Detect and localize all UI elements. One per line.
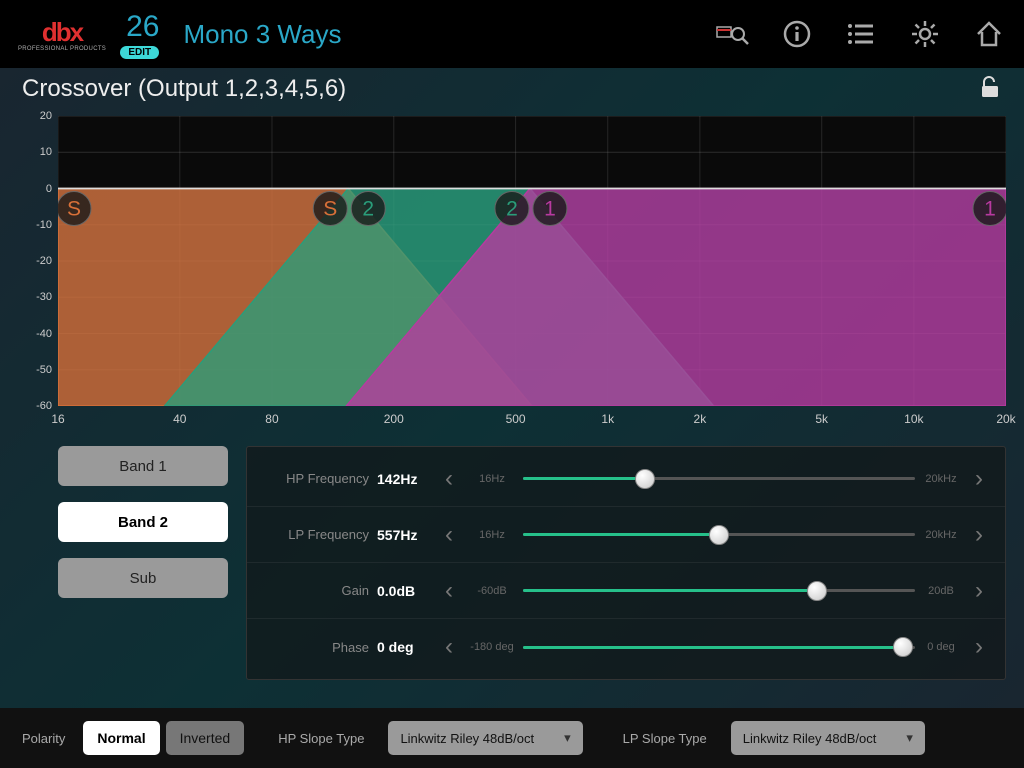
slider-knob[interactable] <box>709 525 729 545</box>
chevron-left-icon[interactable]: ‹ <box>437 629 461 665</box>
preset-indicator: 26 EDIT <box>120 10 159 59</box>
chevron-right-icon[interactable]: › <box>967 629 991 665</box>
header-toolbar <box>716 17 1006 51</box>
footer-bar: Polarity Normal Inverted HP Slope Type L… <box>0 708 1024 768</box>
svg-text:S: S <box>67 198 81 221</box>
param-min: -60dB <box>461 585 523 597</box>
param-slider[interactable] <box>523 629 915 665</box>
lp-slope-select[interactable]: Linkwitz Riley 48dB/oct <box>731 721 925 755</box>
param-max: 20kHz <box>915 529 967 541</box>
preset-number: 26 <box>126 10 159 44</box>
app-header: dbx PROFESSIONAL PRODUCTS 26 EDIT Mono 3… <box>0 0 1024 68</box>
band-handle[interactable]: 2 <box>351 192 385 226</box>
band-selector: Band 1 Band 2 Sub <box>58 446 228 680</box>
lock-icon[interactable] <box>978 74 1002 104</box>
param-label: Phase <box>261 640 369 655</box>
control-panel: Band 1 Band 2 Sub HP Frequency 142Hz ‹ 16H… <box>18 446 1006 680</box>
polarity-segment: Normal Inverted <box>83 721 244 755</box>
crossover-plot[interactable]: S S 2 2 1 1 <box>58 116 1006 406</box>
hp-slope-select[interactable]: Linkwitz Riley 48dB/oct <box>388 721 582 755</box>
param-slider[interactable] <box>523 461 915 497</box>
page-title: Crossover (Output 1,2,3,4,5,6) <box>22 75 346 103</box>
info-icon[interactable] <box>780 17 814 51</box>
param-max: 20dB <box>915 585 967 597</box>
param-value: 0.0dB <box>377 583 437 599</box>
svg-text:2: 2 <box>362 198 374 221</box>
param-min: 16Hz <box>461 529 523 541</box>
config-name: Mono 3 Ways <box>183 19 341 50</box>
band-handle[interactable]: S <box>313 192 347 226</box>
band-handle[interactable]: 1 <box>973 192 1006 226</box>
band-handle[interactable]: S <box>58 192 91 226</box>
x-axis-labels: 1640802005001k2k5k10k20k <box>58 412 1006 432</box>
param-row: Gain 0.0dB ‹ -60dB 20dB › <box>247 563 1005 619</box>
param-slider[interactable] <box>523 517 915 553</box>
band-button-0[interactable]: Band 1 <box>58 446 228 486</box>
polarity-inverted-button[interactable]: Inverted <box>166 721 245 755</box>
brand-logo: dbx PROFESSIONAL PRODUCTS <box>18 17 106 52</box>
param-min: -180 deg <box>461 641 523 653</box>
param-row: Phase 0 deg ‹ -180 deg 0 deg › <box>247 619 1005 675</box>
edit-badge: EDIT <box>120 46 159 59</box>
param-label: Gain <box>261 583 369 598</box>
param-row: LP Frequency 557Hz ‹ 16Hz 20kHz › <box>247 507 1005 563</box>
slider-knob[interactable] <box>635 469 655 489</box>
band-handle[interactable]: 2 <box>495 192 529 226</box>
param-max: 20kHz <box>915 473 967 485</box>
hp-slope-label: HP Slope Type <box>278 731 364 746</box>
param-label: HP Frequency <box>261 471 369 486</box>
gear-icon[interactable] <box>908 17 942 51</box>
band-button-1[interactable]: Band 2 <box>58 502 228 542</box>
param-value: 142Hz <box>377 471 437 487</box>
svg-text:1: 1 <box>984 198 996 221</box>
band-button-2[interactable]: Sub <box>58 558 228 598</box>
chevron-right-icon[interactable]: › <box>967 461 991 497</box>
param-slider[interactable] <box>523 573 915 609</box>
polarity-normal-button[interactable]: Normal <box>83 721 159 755</box>
svg-text:S: S <box>323 198 337 221</box>
param-label: LP Frequency <box>261 527 369 542</box>
svg-text:2: 2 <box>506 198 518 221</box>
home-icon[interactable] <box>972 17 1006 51</box>
brand-subtext: PROFESSIONAL PRODUCTS <box>18 46 106 52</box>
polarity-label: Polarity <box>22 731 65 746</box>
search-icon[interactable] <box>716 17 750 51</box>
chevron-left-icon[interactable]: ‹ <box>437 573 461 609</box>
chevron-left-icon[interactable]: ‹ <box>437 461 461 497</box>
list-icon[interactable] <box>844 17 878 51</box>
brand-text: dbx <box>42 17 82 48</box>
param-value: 557Hz <box>377 527 437 543</box>
chevron-right-icon[interactable]: › <box>967 573 991 609</box>
slider-knob[interactable] <box>893 637 913 657</box>
band-handle[interactable]: 1 <box>533 192 567 226</box>
chevron-right-icon[interactable]: › <box>967 517 991 553</box>
chevron-left-icon[interactable]: ‹ <box>437 517 461 553</box>
slider-knob[interactable] <box>807 581 827 601</box>
param-max: 0 deg <box>915 641 967 653</box>
param-row: HP Frequency 142Hz ‹ 16Hz 20kHz › <box>247 451 1005 507</box>
param-min: 16Hz <box>461 473 523 485</box>
svg-text:1: 1 <box>544 198 556 221</box>
crossover-chart: 20100-10-20-30-40-50-60 SS2211 164080200… <box>18 116 1006 432</box>
param-value: 0 deg <box>377 639 437 655</box>
lp-slope-label: LP Slope Type <box>623 731 707 746</box>
sub-header: Crossover (Output 1,2,3,4,5,6) <box>0 68 1024 110</box>
parameter-list: HP Frequency 142Hz ‹ 16Hz 20kHz › LP Fre… <box>246 446 1006 680</box>
